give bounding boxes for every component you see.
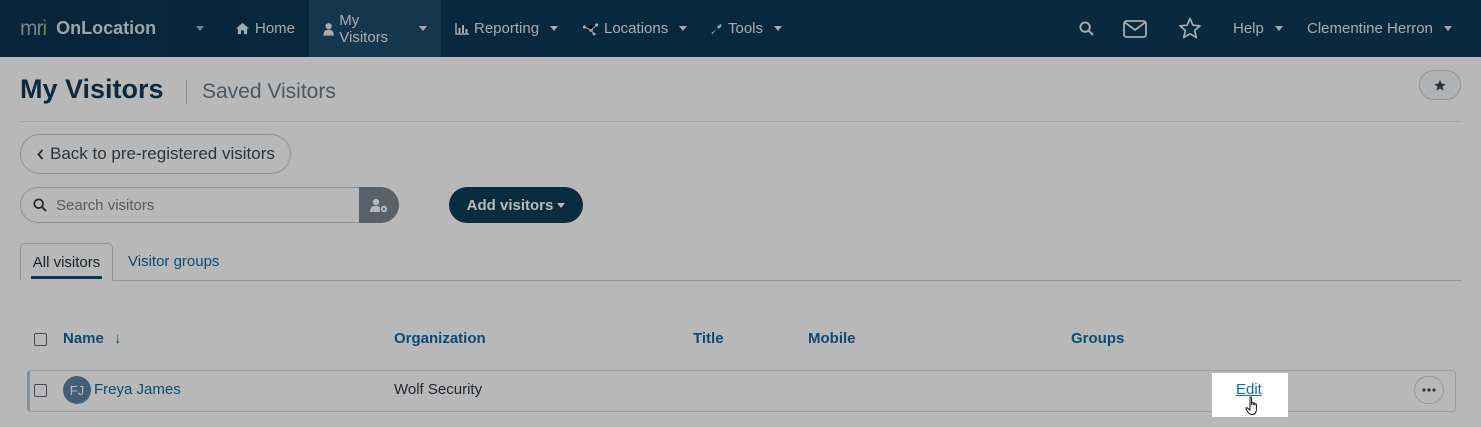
- help-menu[interactable]: Help: [1219, 0, 1297, 57]
- star-icon: [1179, 17, 1201, 39]
- sort-indicator: ↓: [114, 330, 122, 347]
- search-settings-button[interactable]: [359, 187, 399, 223]
- nav-item-label: Home: [255, 20, 296, 37]
- page-subtitle-saved-visitors[interactable]: Saved Visitors: [202, 80, 336, 104]
- title-divider: [186, 80, 187, 104]
- nav-item-tools[interactable]: Tools: [696, 0, 796, 57]
- add-visitors-button[interactable]: Add visitors: [449, 187, 583, 223]
- nav-item-label: Locations: [604, 20, 669, 37]
- favorite-page-button[interactable]: [1419, 70, 1461, 100]
- brand[interactable]: mri OnLocation: [20, 0, 156, 57]
- nav-item-my-visitors[interactable]: My Visitors: [309, 0, 441, 57]
- nav-item-label: Reporting: [474, 20, 540, 37]
- tab-label: All visitors: [32, 253, 101, 271]
- back-to-preregistered-button[interactable]: Back to pre-registered visitors: [20, 134, 291, 174]
- visitor-organization: Wolf Security: [394, 381, 483, 398]
- brand-name: OnLocation: [56, 18, 157, 38]
- avatar: FJ: [63, 376, 91, 404]
- active-tab-indicator: [31, 276, 102, 279]
- chevron-down-icon: [1274, 26, 1283, 31]
- nav-item-label: My Visitors: [339, 11, 389, 46]
- tab-visitor-groups[interactable]: Visitor groups: [128, 253, 219, 270]
- search-field: [20, 187, 359, 223]
- app-switcher-caret[interactable]: [190, 0, 204, 57]
- top-navbar: mri OnLocation Home My Visitors Reportin…: [0, 0, 1481, 57]
- chevron-down-icon: [419, 26, 427, 31]
- row-checkbox[interactable]: [34, 384, 47, 397]
- nav-item-label: Tools: [728, 20, 764, 37]
- hand-cursor-icon: [1245, 396, 1257, 415]
- select-all-checkbox[interactable]: [34, 333, 47, 346]
- page-title: My Visitors: [20, 74, 164, 104]
- user-name: Clementine Herron: [1307, 20, 1433, 37]
- column-header-organization[interactable]: Organization: [394, 330, 486, 347]
- header-divider: [20, 121, 1461, 122]
- visitor-name-link[interactable]: Freya James: [94, 381, 181, 398]
- tabs-baseline: [20, 280, 1461, 281]
- person-icon: [323, 22, 334, 36]
- bar-chart-icon: [455, 22, 469, 35]
- column-header-mobile[interactable]: Mobile: [808, 330, 856, 347]
- visitor-search: [20, 187, 399, 223]
- chevron-down-icon: [557, 202, 566, 208]
- mri-logo: mri: [20, 16, 47, 40]
- chevron-left-icon: [37, 148, 44, 160]
- nav-item-locations[interactable]: Locations: [568, 0, 701, 57]
- chevron-down-icon: [679, 26, 688, 31]
- messages-button[interactable]: [1120, 0, 1150, 57]
- add-visitors-label: Add visitors: [466, 196, 554, 214]
- column-header-title[interactable]: Title: [693, 330, 724, 347]
- chevron-down-icon: [1443, 26, 1452, 31]
- nav-item-reporting[interactable]: Reporting: [441, 0, 572, 57]
- chevron-down-icon: [196, 26, 204, 31]
- envelope-icon: [1123, 19, 1147, 38]
- chevron-down-icon: [550, 26, 559, 31]
- row-more-actions-button[interactable]: [1414, 376, 1444, 404]
- column-header-name[interactable]: Name ↓: [63, 330, 122, 347]
- favorites-button[interactable]: [1176, 0, 1204, 57]
- user-settings-icon: [370, 198, 388, 212]
- ellipsis-icon: [1422, 388, 1436, 392]
- star-icon: [1434, 79, 1446, 91]
- help-label: Help: [1233, 20, 1264, 37]
- search-icon: [1078, 21, 1094, 36]
- user-menu[interactable]: Clementine Herron: [1293, 0, 1466, 57]
- wrench-icon: [711, 23, 722, 35]
- column-label: Name: [63, 330, 104, 347]
- home-icon: [236, 22, 249, 35]
- search-button[interactable]: [1074, 0, 1098, 57]
- nav-item-home[interactable]: Home: [221, 0, 309, 57]
- back-button-label: Back to pre-registered visitors: [50, 144, 275, 163]
- column-header-groups[interactable]: Groups: [1071, 330, 1124, 347]
- chevron-down-icon: [774, 26, 783, 31]
- network-icon: [582, 22, 599, 35]
- search-icon: [33, 198, 47, 212]
- search-input[interactable]: [56, 196, 336, 214]
